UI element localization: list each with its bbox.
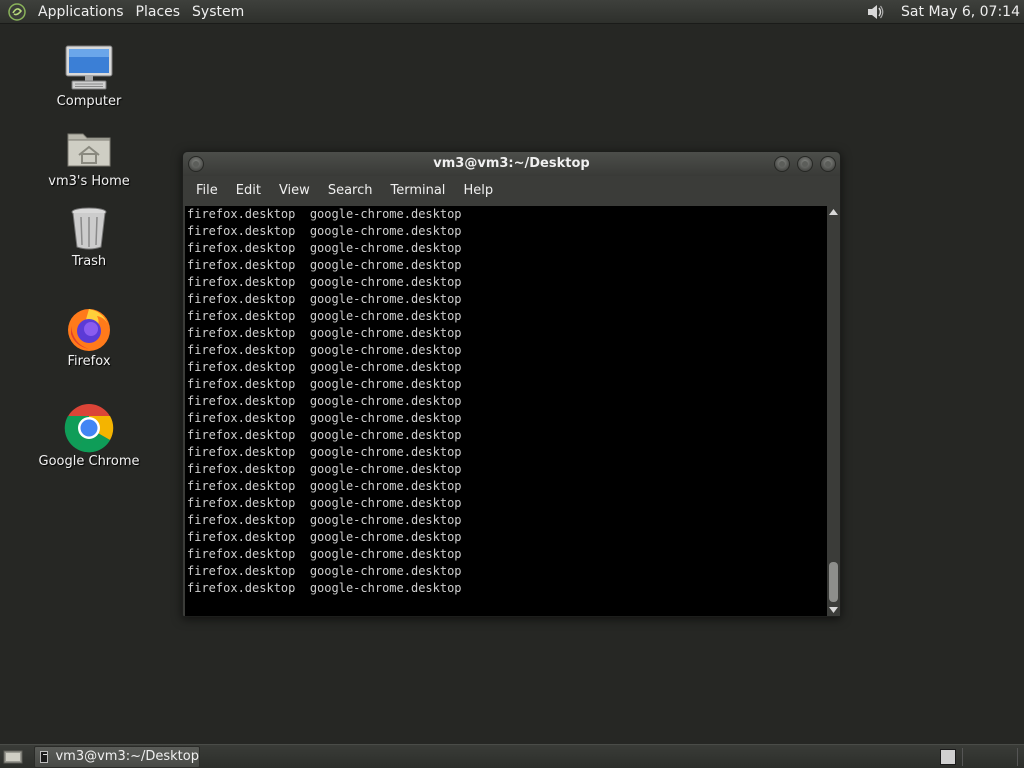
terminal-line: firefox.desktop google-chrome.desktop (187, 496, 462, 510)
system-menu[interactable]: System (186, 0, 250, 24)
terminal-scrollbar[interactable] (827, 206, 840, 616)
window-title: vm3@vm3:~/Desktop (433, 156, 590, 171)
menu-edit[interactable]: Edit (227, 178, 270, 204)
desktop-icon-label: Firefox (67, 354, 111, 369)
chrome-icon (63, 404, 115, 453)
terminal-icon (40, 750, 49, 763)
terminal-line: firefox.desktop google-chrome.desktop (187, 428, 462, 442)
terminal-line: firefox.desktop google-chrome.desktop (187, 411, 462, 425)
desktop-icon-label: Google Chrome (38, 454, 140, 469)
top-panel: Applications Places System Sat May 6, 07… (0, 0, 1024, 24)
terminal-line: firefox.desktop google-chrome.desktop (187, 309, 462, 323)
show-desktop-icon[interactable] (0, 745, 26, 768)
terminal-line: firefox.desktop google-chrome.desktop (187, 530, 462, 544)
clock[interactable]: Sat May 6, 07:14 (893, 4, 1024, 20)
distro-logo-icon[interactable] (6, 1, 28, 23)
terminal-line: firefox.desktop google-chrome.desktop (187, 581, 462, 595)
terminal-line: firefox.desktop google-chrome.desktop (187, 343, 462, 357)
terminal-line: firefox.desktop google-chrome.desktop (187, 275, 462, 289)
taskbar-button-label: vm3@vm3:~/Desktop (55, 749, 199, 764)
menu-view[interactable]: View (270, 178, 319, 204)
applications-menu[interactable]: Applications (32, 0, 130, 24)
desktop-icon-label: vm3's Home (48, 174, 130, 189)
desktop-icon-firefox[interactable]: Firefox (29, 304, 149, 369)
terminal-line: firefox.desktop google-chrome.desktop (187, 445, 462, 459)
minimize-icon[interactable] (774, 156, 790, 172)
trash-icon (63, 204, 115, 252)
firefox-icon (63, 304, 115, 352)
terminal-window: vm3@vm3:~/Desktop File Edit View Search … (182, 151, 841, 617)
terminal-line: firefox.desktop google-chrome.desktop (187, 462, 462, 476)
desktop-icon-chrome[interactable]: Google Chrome (29, 404, 149, 469)
desktop-icon-label: Computer (56, 94, 122, 109)
terminal-line: firefox.desktop google-chrome.desktop (187, 479, 462, 493)
places-menu[interactable]: Places (130, 0, 187, 24)
terminal-line: firefox.desktop google-chrome.desktop (187, 207, 462, 221)
maximize-icon[interactable] (797, 156, 813, 172)
desktop-icon-home[interactable]: vm3's Home (29, 124, 149, 189)
terminal-line: firefox.desktop google-chrome.desktop (187, 360, 462, 374)
menu-terminal[interactable]: Terminal (381, 178, 454, 204)
terminal-line: firefox.desktop google-chrome.desktop (187, 377, 462, 391)
close-icon[interactable] (820, 156, 836, 172)
terminal-line: firefox.desktop google-chrome.desktop (187, 258, 462, 272)
workspace-switcher-icon[interactable] (940, 749, 956, 765)
desktop-icon-computer[interactable]: Computer (29, 44, 149, 109)
home-folder-icon (63, 124, 115, 172)
panel-tray: Sat May 6, 07:14 (863, 0, 1024, 24)
bottom-panel: vm3@vm3:~/Desktop (0, 744, 1024, 768)
menu-file[interactable]: File (187, 178, 227, 204)
terminal-line: firefox.desktop google-chrome.desktop (187, 292, 462, 306)
workspace-area[interactable] (962, 748, 1018, 766)
terminal-line: firefox.desktop google-chrome.desktop (187, 224, 462, 238)
scrollbar-thumb[interactable] (829, 562, 838, 602)
desktop-icon-label: Trash (71, 254, 107, 269)
menu-help[interactable]: Help (454, 178, 502, 204)
terminal-line: firefox.desktop google-chrome.desktop (187, 564, 462, 578)
terminal-line: firefox.desktop google-chrome.desktop (187, 513, 462, 527)
speaker-icon[interactable] (863, 1, 887, 23)
taskbar-button-terminal[interactable]: vm3@vm3:~/Desktop (34, 745, 200, 768)
computer-icon (63, 44, 115, 92)
terminal-line: firefox.desktop google-chrome.desktop (187, 547, 462, 561)
scroll-up-arrow-icon[interactable] (827, 206, 840, 218)
menu-search[interactable]: Search (319, 178, 382, 204)
scroll-down-arrow-icon[interactable] (827, 604, 840, 616)
desktop-icon-trash[interactable]: Trash (29, 204, 149, 269)
terminal-menubar: File Edit View Search Terminal Help (183, 178, 840, 204)
terminal-output[interactable]: firefox.desktop google-chrome.desktop fir… (185, 206, 827, 616)
terminal-line: firefox.desktop google-chrome.desktop (187, 394, 462, 408)
window-titlebar[interactable]: vm3@vm3:~/Desktop (183, 152, 840, 176)
terminal-line: firefox.desktop google-chrome.desktop (187, 241, 462, 255)
terminal-line: firefox.desktop google-chrome.desktop (187, 326, 462, 340)
